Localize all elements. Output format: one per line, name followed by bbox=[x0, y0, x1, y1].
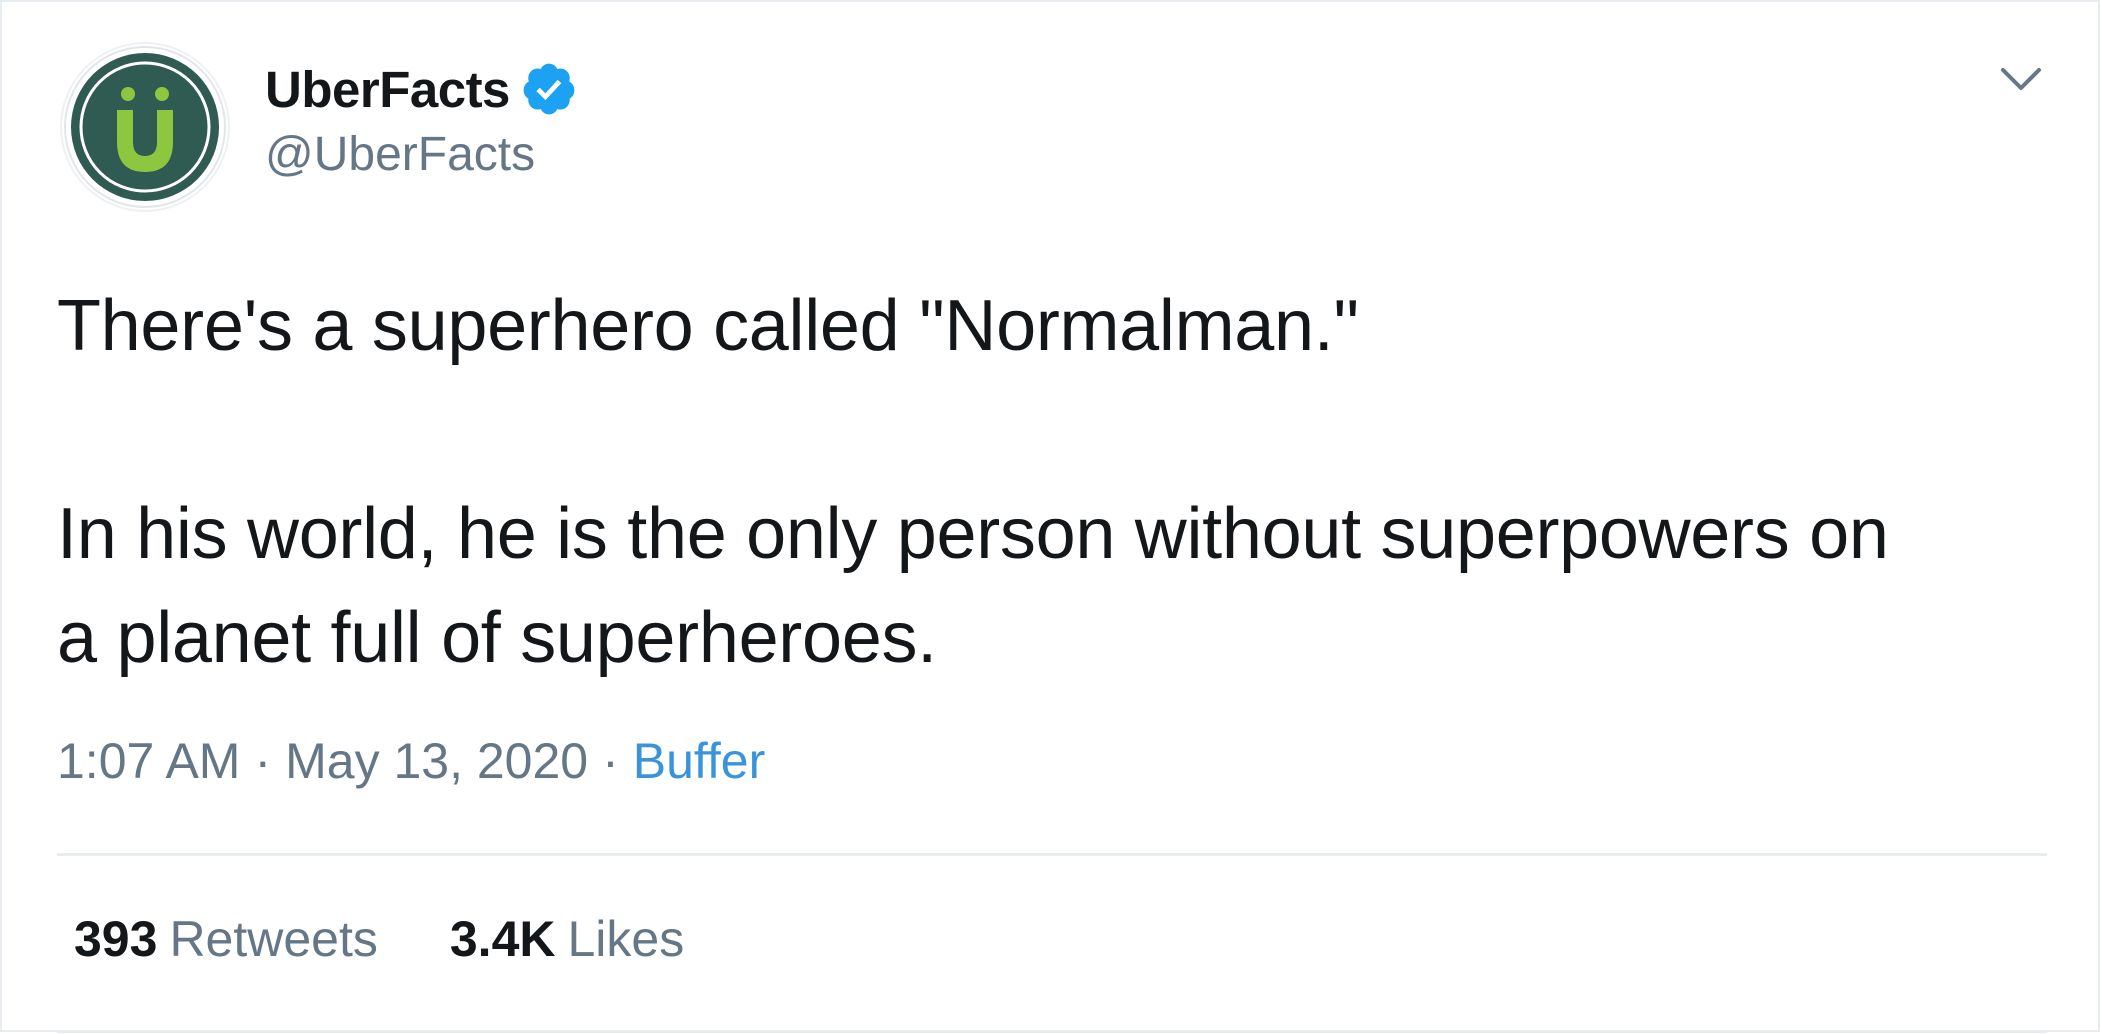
divider bbox=[57, 853, 2047, 856]
retweets-count: 393 bbox=[74, 911, 158, 967]
user-handle[interactable]: @UberFacts bbox=[265, 127, 535, 182]
display-name[interactable]: UberFacts bbox=[265, 60, 510, 119]
meta-separator: · bbox=[602, 733, 619, 789]
tweet-line: There's a superhero called "Normalman." bbox=[57, 286, 1359, 366]
meta-separator: · bbox=[254, 733, 272, 789]
tweet-text: There's a superhero called "Normalman." … bbox=[57, 274, 2057, 690]
chevron-down-icon[interactable] bbox=[1997, 60, 2045, 100]
likes-count: 3.4K bbox=[449, 911, 556, 967]
tweet-line: a planet full of superheroes. bbox=[57, 598, 937, 678]
verified-badge-icon bbox=[523, 63, 575, 115]
display-name-row[interactable]: UberFacts bbox=[265, 54, 578, 124]
avatar[interactable] bbox=[62, 44, 228, 210]
likes-label: Likes bbox=[567, 911, 685, 967]
retweets-label: Retweets bbox=[169, 911, 378, 967]
retweets-stat[interactable]: 393 Retweets bbox=[74, 910, 378, 968]
tweet-stats: 393 Retweets 3.4K Likes bbox=[74, 910, 756, 968]
likes-stat[interactable]: 3.4K Likes bbox=[450, 910, 684, 968]
tweet-line: In his world, he is the only person with… bbox=[57, 494, 1889, 574]
uberfacts-logo-icon bbox=[64, 46, 226, 208]
tweet-time[interactable]: 1:07 AM bbox=[57, 733, 240, 789]
tweet-source-link[interactable]: Buffer bbox=[633, 733, 766, 789]
tweet-date[interactable]: May 13, 2020 bbox=[285, 733, 588, 789]
tweet-card: UberFacts @UberFacts There's a superhero… bbox=[0, 0, 2100, 1033]
tweet-meta: 1:07 AM · May 13, 2020 · Buffer bbox=[57, 732, 765, 790]
divider bbox=[57, 1030, 2047, 1033]
